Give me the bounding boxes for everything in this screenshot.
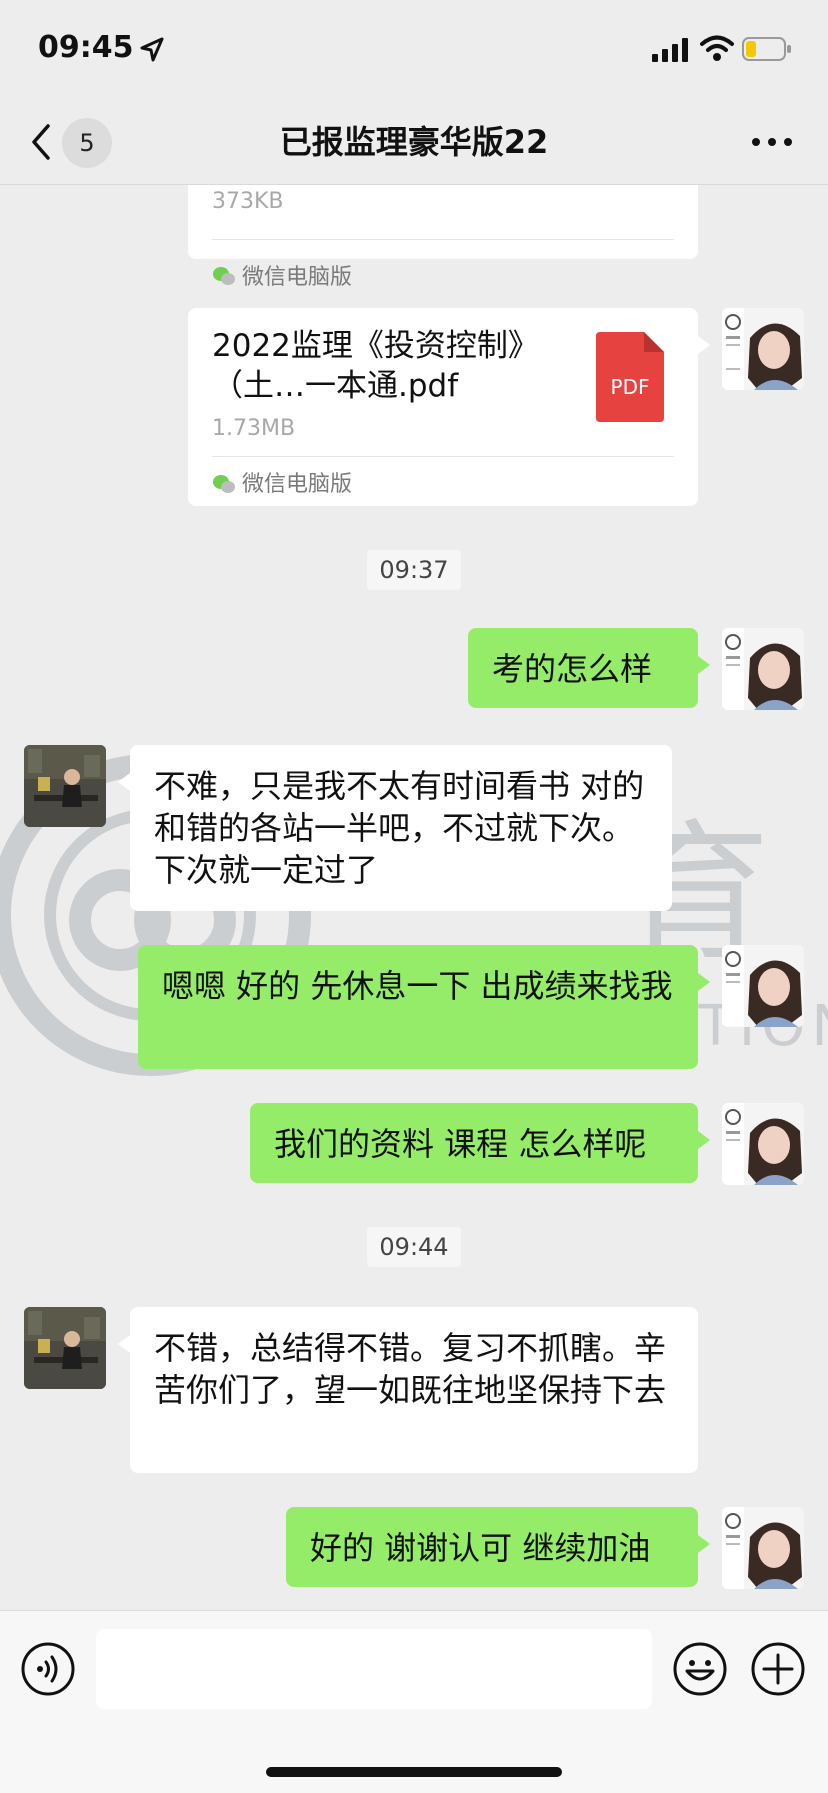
self-avatar[interactable] (722, 1103, 804, 1185)
timestamp-text: 09:37 (367, 550, 461, 590)
cellular-signal-icon (652, 38, 688, 62)
contact-avatar-image (24, 1307, 106, 1389)
voice-input-icon[interactable] (20, 1641, 76, 1697)
wechat-pc-icon (213, 475, 235, 493)
file-size: 373KB (212, 189, 284, 214)
self-avatar-image (722, 628, 804, 710)
status-time: 09:45 (38, 30, 134, 65)
outgoing-message[interactable]: 嗯嗯 好的 先休息一下 出成绩来找我 (138, 945, 710, 1069)
outgoing-message[interactable]: 考的怎么样 (468, 628, 710, 708)
timestamp: 09:44 (0, 1227, 828, 1267)
timestamp-text: 09:44 (367, 1227, 461, 1267)
home-indicator[interactable] (266, 1767, 562, 1777)
file-name: 2022监理《投资控制》（土…一本通.pdf (212, 328, 539, 404)
self-avatar-image (722, 1103, 804, 1185)
wifi-icon (700, 35, 734, 61)
self-avatar[interactable] (722, 308, 804, 390)
wechat-pc-icon (213, 267, 235, 285)
pdf-label: PDF (611, 375, 650, 399)
input-bar (0, 1610, 828, 1793)
outgoing-message[interactable]: 好的 谢谢认可 继续加油 (286, 1507, 710, 1587)
contact-avatar[interactable] (24, 1307, 106, 1389)
self-avatar-image (722, 945, 804, 1027)
chat-header: 5 已报监理豪华版22 (0, 100, 828, 185)
message-input[interactable] (96, 1629, 652, 1709)
battery-low-icon (742, 37, 791, 61)
plus-icon[interactable] (750, 1641, 806, 1697)
chat-title: 已报监理豪华版22 (279, 123, 549, 161)
timestamp: 09:37 (0, 550, 828, 590)
chat-messages[interactable]: 育 DALI EDUCATION 373KB 微信电脑版 2022监理《投资控制… (0, 185, 828, 1610)
more-options-icon[interactable] (750, 130, 794, 154)
pdf-file-icon: PDF (596, 332, 664, 422)
incoming-message[interactable]: 不错，总结得不错。复习不抓瞎。辛苦你们了，望一如既往地坚保持下去 (118, 1307, 698, 1473)
self-avatar[interactable] (722, 945, 804, 1027)
divider (212, 239, 674, 240)
file-message-card[interactable]: 373KB 微信电脑版 (188, 185, 698, 290)
self-avatar[interactable] (722, 628, 804, 710)
file-message-card[interactable]: 2022监理《投资控制》（土…一本通.pdf 1.73MB PDF 微信电脑版 (188, 308, 710, 506)
file-source-label: 微信电脑版 (242, 472, 353, 497)
self-avatar-image (722, 308, 804, 390)
contact-avatar-image (24, 745, 106, 827)
self-avatar-image (722, 1507, 804, 1589)
incoming-message[interactable]: 不难，只是我不太有时间看书 对的和错的各站一半吧，不过就下次。下次就一定过了 (118, 745, 672, 911)
file-size: 1.73MB (212, 416, 296, 441)
contact-avatar[interactable] (24, 745, 106, 827)
file-source-label: 微信电脑版 (242, 265, 353, 290)
location-arrow-icon (140, 37, 164, 62)
emoji-icon[interactable] (672, 1641, 728, 1697)
outgoing-message[interactable]: 我们的资料 课程 怎么样呢 (250, 1103, 710, 1183)
self-avatar[interactable] (722, 1507, 804, 1589)
divider (212, 456, 674, 457)
status-bar: 09:45 (0, 0, 828, 100)
